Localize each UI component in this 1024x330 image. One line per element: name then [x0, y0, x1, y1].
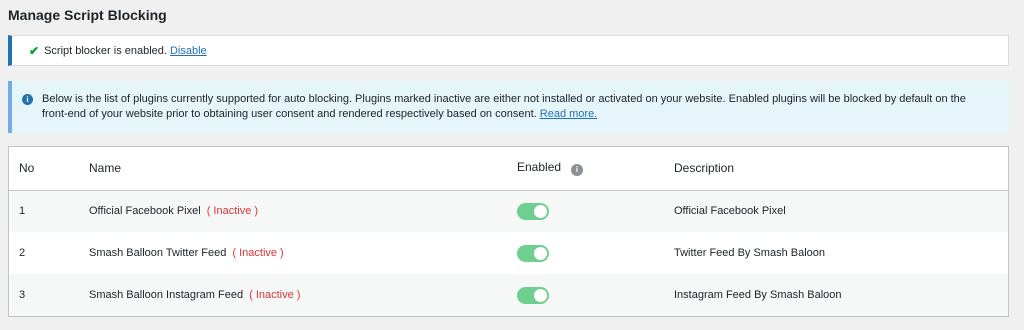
info-notice-line-2: front-end of your website prior to obtai…	[42, 107, 966, 122]
plugin-name: Smash Balloon Twitter Feed	[89, 247, 227, 259]
page-title: Manage Script Blocking	[8, 7, 167, 23]
row-description: Twitter Feed By Smash Baloon	[674, 247, 826, 259]
enabled-toggle[interactable]	[517, 286, 549, 304]
inactive-status: ( Inactive )	[232, 247, 284, 259]
row-name-cell: Smash Balloon Instagram Feed ( Inactive )	[81, 274, 509, 316]
disable-link[interactable]: Disable	[170, 45, 207, 57]
inactive-status: ( Inactive )	[249, 289, 301, 301]
row-no: 2	[19, 247, 26, 259]
row-name-cell: Smash Balloon Twitter Feed ( Inactive )	[81, 232, 509, 274]
success-notice: ✔ Script blocker is enabled. Disable	[8, 35, 1009, 66]
plugin-name: Smash Balloon Instagram Feed	[89, 289, 244, 301]
row-description: Official Facebook Pixel	[674, 205, 786, 218]
plugins-table: No Name Enabled i Description 1 Official …	[8, 146, 1009, 317]
toggle-knob	[534, 246, 547, 260]
toggle-knob	[534, 204, 547, 218]
table-row: 2 Smash Balloon Twitter Feed ( Inactive )…	[9, 232, 1008, 274]
check-icon: ✔	[29, 43, 40, 58]
table-row: 1 Official Facebook Pixel ( Inactive ) Of…	[9, 190, 1008, 232]
row-description: Instagram Feed By Smash Baloon	[674, 289, 842, 301]
info-notice: i Below is the list of plugins currently…	[8, 81, 1009, 133]
row-name-cell: Official Facebook Pixel ( Inactive )	[81, 190, 509, 232]
row-enabled-cell	[509, 190, 665, 232]
info-notice-text: Below is the list of plugins currently s…	[42, 92, 966, 122]
row-no: 1	[19, 205, 26, 218]
enabled-toggle[interactable]	[517, 244, 549, 262]
column-header-description: Description	[665, 147, 1008, 191]
table-row: 3 Smash Balloon Instagram Feed ( Inactive…	[9, 274, 1008, 316]
info-notice-line-1: Below is the list of plugins currently s…	[42, 93, 966, 105]
help-icon[interactable]: i	[571, 164, 584, 177]
plugin-name: Official Facebook Pixel	[89, 205, 201, 218]
info-icon: i	[22, 94, 33, 105]
table-header-row: No Name Enabled i Description	[9, 147, 1008, 191]
column-header-no: No	[9, 147, 81, 191]
column-header-enabled-label: Enabled	[517, 160, 562, 175]
column-header-name: Name	[81, 147, 509, 191]
enabled-toggle[interactable]	[517, 202, 549, 220]
toggle-knob	[534, 288, 547, 302]
row-no: 3	[19, 289, 26, 301]
column-header-enabled: Enabled i	[509, 147, 665, 191]
info-notice-line-2-text: front-end of your website prior to obtai…	[42, 108, 537, 120]
success-notice-text: Script blocker is enabled.	[44, 44, 167, 57]
read-more-link[interactable]: Read more.	[540, 108, 597, 120]
row-enabled-cell	[509, 274, 665, 316]
inactive-status: ( Inactive )	[206, 205, 259, 218]
row-enabled-cell	[509, 232, 665, 274]
